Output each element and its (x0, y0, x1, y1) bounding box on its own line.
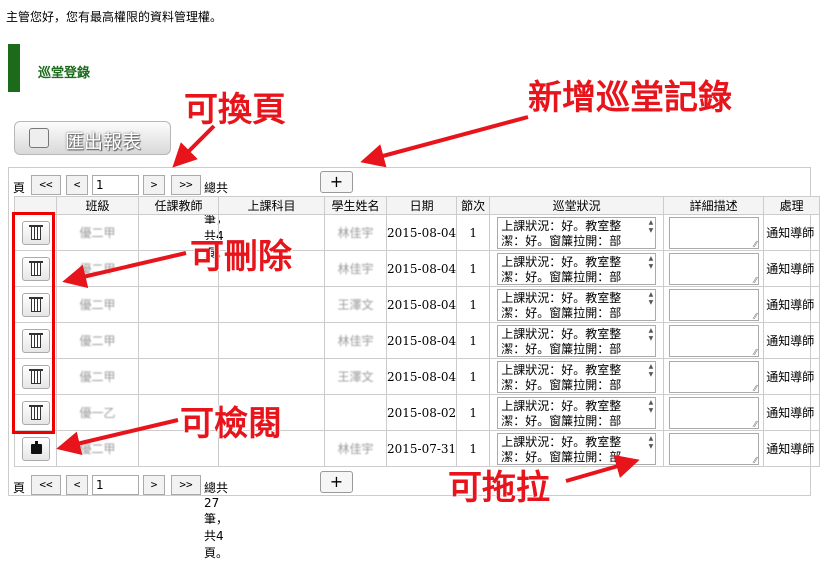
annotation-paging: 可換頁 (184, 90, 286, 130)
annotation-drag: 可拖拉 (448, 468, 550, 508)
arrow-drag (565, 454, 640, 483)
annotation-delete: 可刪除 (190, 237, 292, 277)
arrow-add-record (360, 115, 529, 168)
arrow-view (56, 418, 179, 455)
arrow-delete (62, 251, 187, 289)
annotation-view: 可檢閱 (180, 404, 282, 444)
arrow-paging (172, 124, 216, 168)
annotation-add-record: 新增巡堂記錄 (528, 78, 732, 118)
